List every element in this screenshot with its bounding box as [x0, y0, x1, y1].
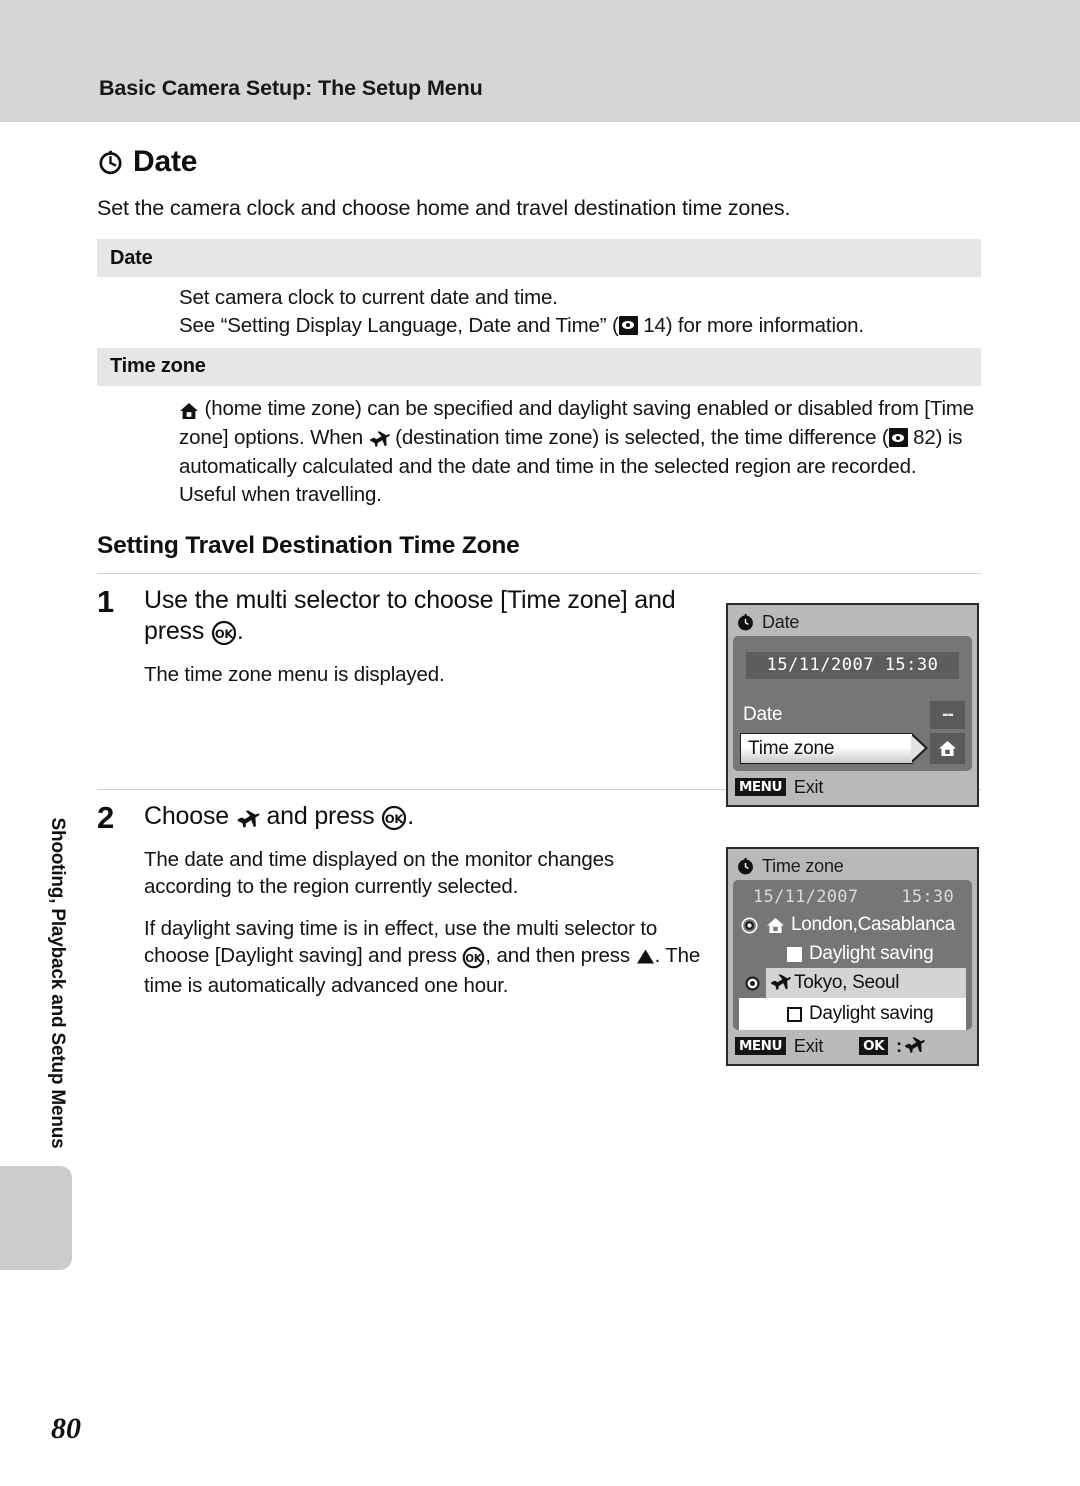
screen-1-titlebar: Date — [733, 609, 972, 636]
book-reference-icon — [618, 315, 638, 335]
screen-2-dest-wrap: Tokyo, Seoul — [739, 968, 966, 998]
screen-2-titlebar: Time zone — [733, 853, 972, 880]
screen-1-timezone-label: Time zone — [740, 732, 928, 764]
ok-button-icon[interactable]: OK — [859, 1036, 889, 1056]
screen-2-time: 15:30 — [901, 887, 954, 907]
screen-2-title: Time zone — [762, 856, 844, 876]
clock-icon — [736, 613, 755, 632]
screen-1-title: Date — [762, 612, 800, 632]
clock-icon — [736, 857, 755, 876]
page-header-band — [0, 0, 1080, 122]
chapter-tab-marker — [0, 1166, 72, 1270]
table-row-header-timezone: Time zone — [97, 347, 981, 386]
page-number: 80 — [51, 1412, 81, 1445]
step-2-title: Choose and press OK. — [144, 801, 689, 835]
ok-button-icon: OK — [381, 803, 407, 835]
screen-2-ok-mapping: : — [896, 1036, 925, 1057]
subsection-heading: Setting Travel Destination Time Zone — [97, 531, 520, 559]
step-2-title-post: . — [407, 802, 414, 831]
svg-text:OK: OK — [466, 954, 484, 965]
home-icon — [938, 740, 957, 757]
screen-1-date-value: -- — [930, 701, 965, 729]
chapter-tab-label: Shooting, Playback and Setup Menus — [47, 817, 68, 1149]
screen-1-row-date[interactable]: Date -- — [740, 701, 965, 729]
step-2-number: 2 — [97, 800, 114, 836]
screen-1-bottombar: MENU Exit — [733, 771, 972, 801]
radio-selected-icon — [739, 917, 760, 934]
date-desc-line-1: Set camera clock to current date and tim… — [179, 286, 558, 310]
step-2-title-pre: Choose — [144, 802, 236, 831]
screen-2-home-row[interactable]: London,Casablanca — [739, 910, 966, 940]
date-desc-line-2-pre: See “Setting Display Language, Date and … — [179, 313, 619, 337]
radio-unselected-icon — [739, 975, 766, 992]
timezone-desc-mid: (destination time zone) is selected, the… — [389, 426, 889, 450]
airplane-icon — [904, 1037, 925, 1055]
screen-2-home-dst-label: Daylight saving — [809, 943, 934, 964]
screen-2-home-city-label: London,Casablanca — [791, 914, 955, 935]
date-desc-line-2: See “Setting Display Language, Date and … — [179, 312, 975, 339]
svg-text:OK: OK — [215, 628, 235, 642]
screen-2-dest-dst-row[interactable]: Daylight saving — [739, 998, 966, 1030]
screen-2-home-city: London,Casablanca — [766, 914, 955, 936]
screen-2-dest-row[interactable]: Tokyo, Seoul — [766, 968, 966, 998]
step-1-title: Use the multi selector to choose [Time z… — [144, 585, 689, 650]
screen-2-dest-dst-label: Daylight saving — [809, 1003, 934, 1024]
triangle-up-icon — [636, 944, 655, 971]
ok-button-icon: OK — [462, 944, 485, 971]
table-row-header-date: Date — [97, 239, 981, 278]
screen-1-datetime: 15/11/2007 15:30 — [746, 652, 959, 679]
screen-1-spacer — [740, 679, 965, 701]
screen-2-home-dst-row[interactable]: Daylight saving — [739, 940, 966, 968]
ok-button-icon: OK — [211, 618, 237, 650]
screen-1-row-timezone[interactable]: Time zone — [740, 732, 965, 764]
camera-screen-date-menu: Date 15/11/2007 15:30 Date -- Time zone … — [726, 603, 979, 807]
section-heading: Date — [97, 141, 987, 183]
camera-screen-timezone-menu: Time zone 15/11/2007 15:30 London,Casabl… — [726, 847, 979, 1066]
screen-2-bottombar: MENU Exit OK : — [733, 1030, 972, 1060]
step-2-sub-2: If daylight saving time is in effect, us… — [144, 915, 704, 999]
page-header-title: Basic Camera Setup: The Setup Menu — [99, 76, 483, 100]
table-header-label: Time zone — [110, 355, 206, 378]
airplane-icon — [236, 803, 260, 835]
step-1-number: 1 — [97, 583, 114, 619]
screen-1-date-label: Date — [743, 704, 783, 725]
airplane-icon — [369, 426, 390, 453]
book-reference-icon — [888, 428, 908, 448]
screen-2-dest-city: Tokyo, Seoul — [770, 972, 899, 994]
table-row-body-timezone: (home time zone) can be specified and da… — [97, 386, 981, 512]
step-2-sub-1: The date and time displayed on the monit… — [144, 847, 614, 898]
screen-2-dest-city-label: Tokyo, Seoul — [794, 972, 900, 993]
airplane-icon — [770, 974, 791, 992]
step-1-title-post: . — [236, 617, 244, 646]
clock-icon — [97, 149, 124, 176]
svg-text:OK: OK — [385, 812, 405, 826]
table-row-body-date: Set camera clock to current date and tim… — [97, 277, 981, 348]
screen-1-timezone-value — [930, 733, 965, 764]
screen-2-exit-label: Exit — [793, 1035, 824, 1056]
camera-screenshots: Date 15/11/2007 15:30 Date -- Time zone … — [726, 603, 981, 1066]
screen-2-date: 15/11/2007 — [753, 887, 859, 907]
table-header-label: Date — [110, 246, 153, 269]
date-desc-line-2-post: 14) for more information. — [637, 313, 864, 337]
screen-1-panel: 15/11/2007 15:30 Date -- Time zone — [733, 636, 972, 771]
menu-button-icon[interactable]: MENU — [735, 777, 786, 797]
screen-2-panel: 15/11/2007 15:30 London,Casablanca Dayli… — [733, 880, 972, 1030]
settings-table: Date Set camera clock to current date an… — [97, 239, 981, 512]
home-icon — [766, 917, 785, 934]
screen-2-ok-separator: : — [896, 1035, 903, 1056]
checkbox-unchecked-icon[interactable] — [787, 946, 802, 962]
divider-above-step-1 — [97, 572, 981, 574]
step-2-title-mid: and press — [259, 802, 382, 831]
checkbox-unchecked-icon[interactable] — [787, 1006, 802, 1022]
home-icon — [179, 397, 199, 424]
step-1-sub: The time zone menu is displayed. — [144, 662, 445, 686]
step-2-sub-2-b: , and then press — [485, 944, 636, 968]
screen-1-exit-label: Exit — [793, 776, 824, 797]
menu-button-icon[interactable]: MENU — [735, 1036, 786, 1056]
section-title: Date — [133, 145, 198, 178]
screen-2-datetime: 15/11/2007 15:30 — [739, 885, 966, 910]
section-intro: Set the camera clock and choose home and… — [97, 196, 791, 220]
